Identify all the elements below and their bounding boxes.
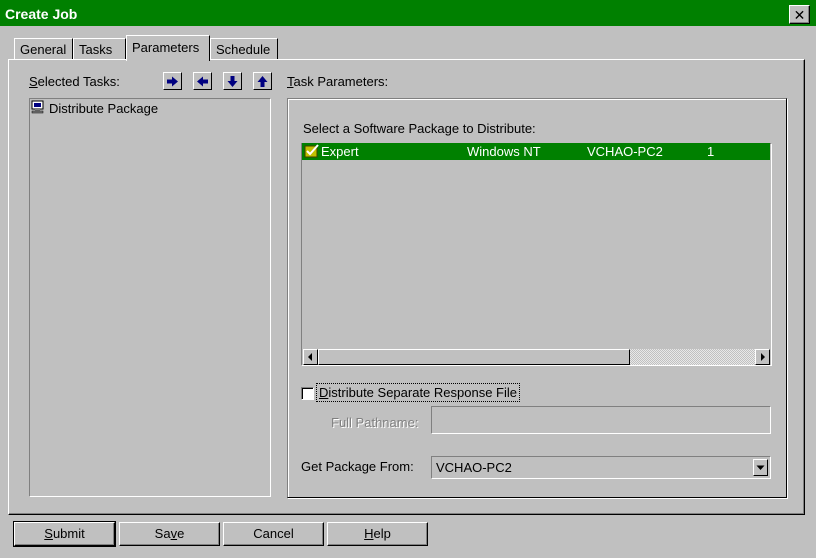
package-list-label: Select a Software Package to Distribute: [303, 121, 536, 136]
scroll-left-icon [308, 353, 312, 361]
package-source: VCHAO-PC2 [587, 144, 663, 159]
arrow-down-icon [227, 75, 238, 87]
window-title: Create Job [5, 6, 78, 22]
task-parameters-label: Task Parameters: [287, 74, 389, 89]
full-pathname-field[interactable] [431, 406, 771, 434]
tab-schedule[interactable]: Schedule [210, 38, 278, 60]
get-package-from-select[interactable]: VCHAO-PC2 [431, 456, 771, 479]
tab-parameters[interactable]: Parameters [126, 35, 210, 61]
package-count: 1 [707, 144, 715, 159]
submit-button[interactable]: Submit [13, 521, 116, 547]
tab-tasks-label: Tasks [79, 42, 113, 57]
selected-tasks-list[interactable]: Distribute Package [29, 98, 271, 497]
tab-general-label: General [20, 42, 67, 57]
task-computer-icon [31, 100, 47, 116]
get-package-from-value: VCHAO-PC2 [436, 460, 512, 475]
move-up-button[interactable] [253, 72, 272, 90]
close-icon: ✕ [793, 6, 806, 23]
close-button[interactable]: ✕ [789, 5, 810, 24]
package-os: Windows NT [467, 144, 541, 159]
cancel-button[interactable]: Cancel [223, 522, 324, 546]
arrow-left-icon [197, 76, 208, 86]
tab-general[interactable]: General [14, 38, 73, 60]
chevron-down-icon [756, 465, 765, 470]
dropdown-button[interactable] [753, 459, 768, 476]
package-name: Expert [321, 144, 359, 159]
scroll-right-button[interactable] [755, 349, 770, 365]
tab-tasks[interactable]: Tasks [73, 38, 126, 60]
package-list-scrollbar[interactable] [303, 349, 770, 365]
selected-tasks-label: Selected Tasks: [29, 74, 120, 89]
move-left-button[interactable] [193, 72, 212, 90]
help-button[interactable]: Help [327, 522, 428, 546]
table-row[interactable]: Expert Windows NT VCHAO-PC2 1 [302, 143, 770, 160]
scroll-right-icon [761, 353, 765, 361]
arrow-right-icon [167, 76, 178, 86]
save-button[interactable]: Save [119, 522, 220, 546]
separate-response-checkbox[interactable] [301, 387, 314, 400]
separate-response-label[interactable]: Distribute Separate Response File [316, 383, 520, 402]
full-pathname-label: Full Pathname: [331, 415, 419, 430]
package-check-icon [304, 144, 320, 159]
get-package-from-label: Get Package From: [301, 459, 414, 474]
scrollbar-thumb[interactable] [318, 349, 630, 365]
move-down-button[interactable] [223, 72, 242, 90]
list-item[interactable]: Distribute Package [49, 101, 158, 116]
move-right-button[interactable] [163, 72, 182, 90]
package-list[interactable] [301, 143, 772, 366]
arrow-up-icon [257, 75, 268, 87]
title-bar[interactable] [0, 0, 816, 28]
tab-schedule-label: Schedule [216, 42, 271, 57]
tab-parameters-label: Parameters [132, 40, 200, 55]
scroll-left-button[interactable] [303, 349, 318, 365]
